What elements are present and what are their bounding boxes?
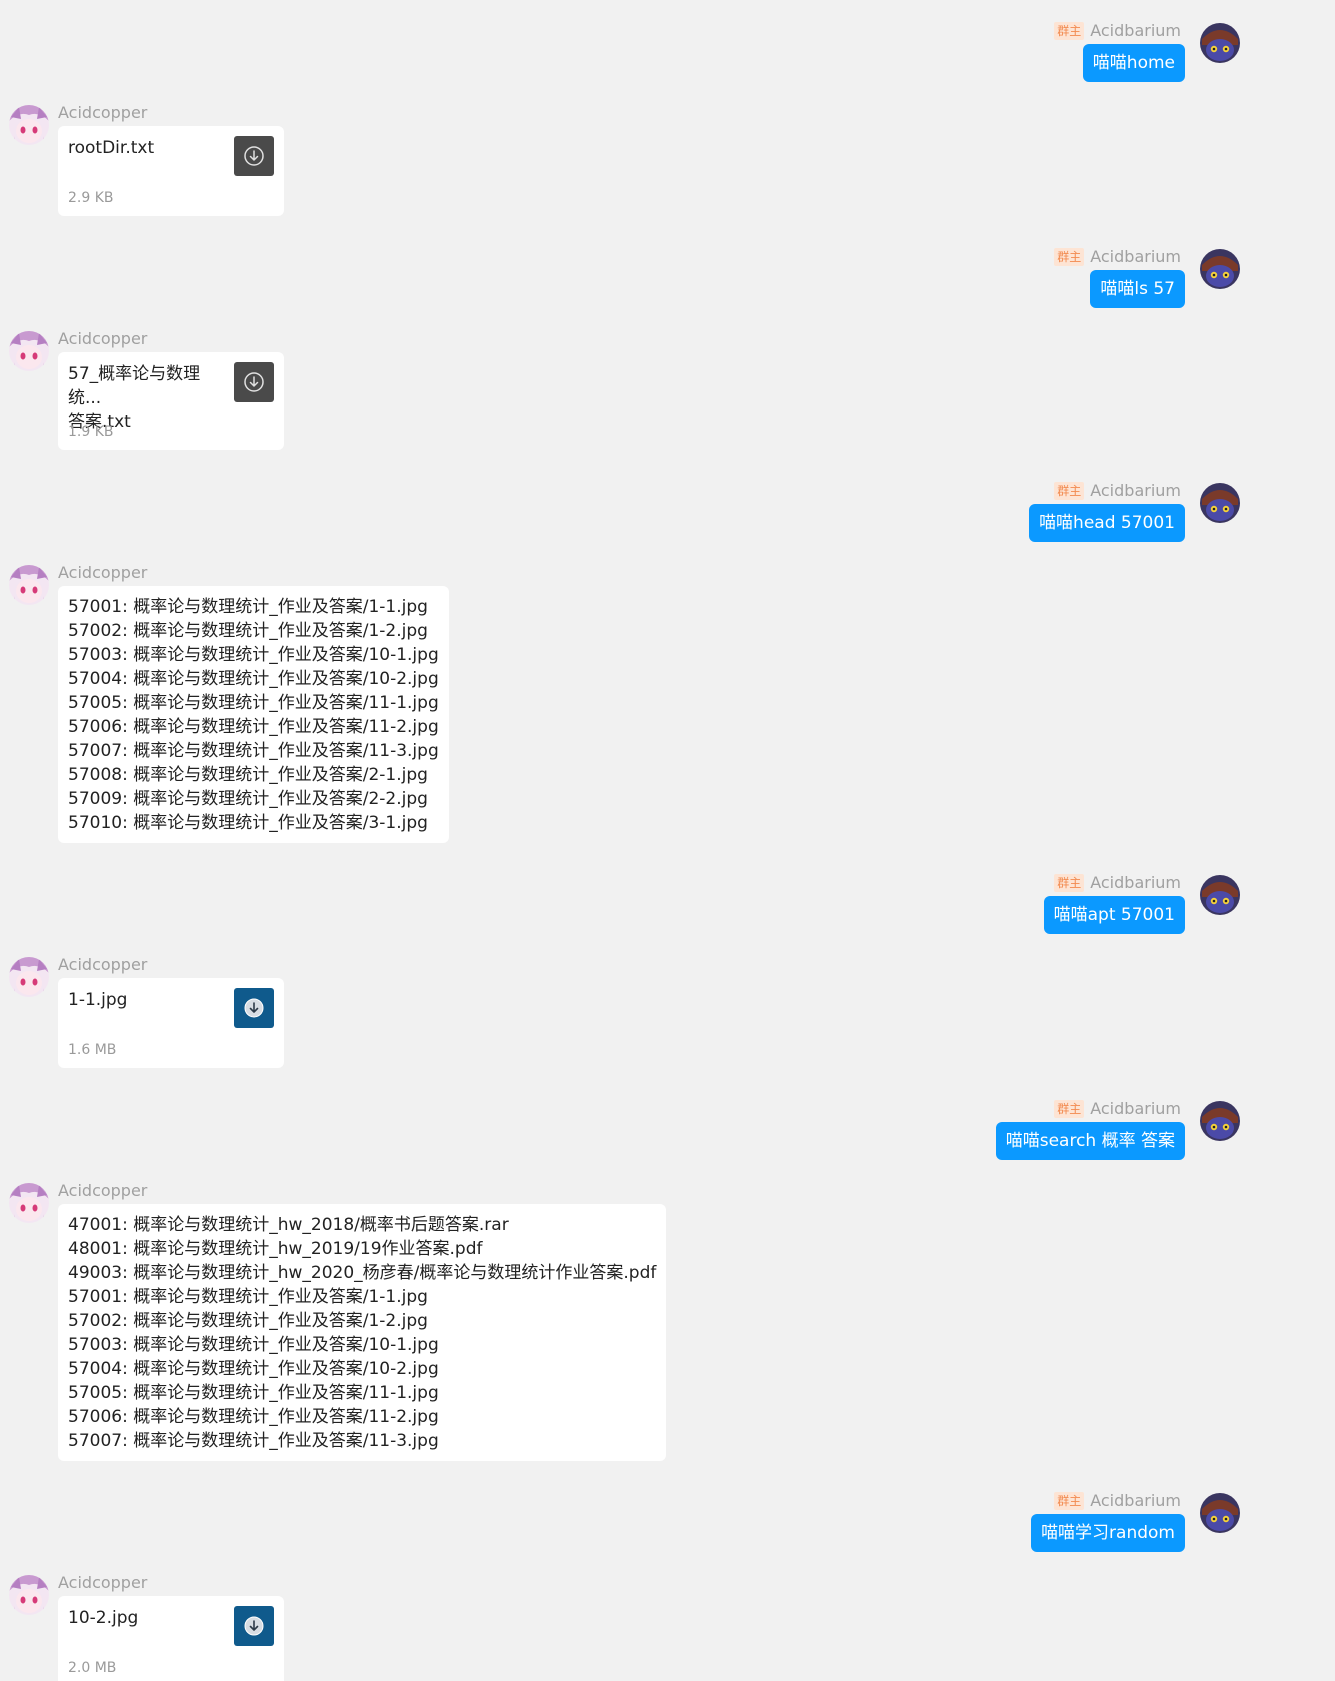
sender-avatar[interactable] — [1200, 483, 1240, 523]
text-message-card[interactable]: 47001: 概率论与数理统计_hw_2018/概率书后题答案.rar 4800… — [58, 1204, 667, 1461]
list-item: 57005: 概率论与数理统计_作业及答案/11-1.jpg — [68, 693, 439, 713]
download-icon — [244, 372, 264, 392]
list-item: 49003: 概率论与数理统计_hw_2020_杨彦春/概率论与数理统计作业答案… — [68, 1263, 657, 1283]
file-card[interactable]: 10-2.jpg 2.0 MB — [58, 1596, 284, 1681]
sender-header: 群主 Acidbarium — [1054, 1491, 1181, 1511]
download-button[interactable] — [234, 1606, 274, 1646]
receiver-name[interactable]: Acidcopper — [58, 955, 147, 975]
sender-avatar[interactable] — [1200, 249, 1240, 289]
list-item: 57003: 概率论与数理统计_作业及答案/10-1.jpg — [68, 1335, 439, 1355]
file-card[interactable]: 1-1.jpg 1.6 MB — [58, 978, 284, 1068]
list-item: 57007: 概率论与数理统计_作业及答案/11-3.jpg — [68, 1431, 439, 1451]
file-name: rootDir.txt — [68, 138, 155, 158]
list-item: 57002: 概率论与数理统计_作业及答案/1-2.jpg — [68, 1311, 428, 1331]
owner-badge: 群主 — [1054, 22, 1085, 40]
receiver-name[interactable]: Acidcopper — [58, 563, 147, 583]
receiver-avatar[interactable] — [9, 331, 49, 371]
list-item: 57010: 概率论与数理统计_作业及答案/3-1.jpg — [68, 813, 428, 833]
list-item: 57002: 概率论与数理统计_作业及答案/1-2.jpg — [68, 621, 428, 641]
sender-avatar[interactable] — [1200, 1101, 1240, 1141]
receiver-avatar[interactable] — [9, 1575, 49, 1615]
list-item: 57006: 概率论与数理统计_作业及答案/11-2.jpg — [68, 1407, 439, 1427]
list-item: 57009: 概率论与数理统计_作业及答案/2-2.jpg — [68, 789, 428, 809]
sender-avatar[interactable] — [1200, 23, 1240, 63]
message-bubble[interactable]: 喵喵home — [1082, 44, 1185, 82]
receiver-name[interactable]: Acidcopper — [58, 1181, 147, 1201]
list-item: 57004: 概率论与数理统计_作业及答案/10-2.jpg — [68, 669, 439, 689]
owner-badge: 群主 — [1054, 1492, 1085, 1510]
sender-header: 群主 Acidbarium — [1054, 1099, 1181, 1119]
sender-name[interactable]: Acidbarium — [1090, 1099, 1181, 1119]
text-message-card[interactable]: 57001: 概率论与数理统计_作业及答案/1-1.jpg 57002: 概率论… — [58, 586, 449, 843]
list-item: 57001: 概率论与数理统计_作业及答案/1-1.jpg — [68, 597, 428, 617]
download-icon — [244, 998, 264, 1018]
sender-avatar[interactable] — [1200, 1493, 1240, 1533]
file-size: 2.9 KB — [68, 190, 114, 206]
download-button[interactable] — [234, 136, 274, 176]
receiver-name[interactable]: Acidcopper — [58, 329, 147, 349]
list-item: 57004: 概率论与数理统计_作业及答案/10-2.jpg — [68, 1359, 439, 1379]
list-item: 48001: 概率论与数理统计_hw_2019/19作业答案.pdf — [68, 1239, 483, 1259]
download-icon — [244, 146, 264, 166]
sender-name[interactable]: Acidbarium — [1090, 247, 1181, 267]
message-bubble[interactable]: 喵喵apt 57001 — [1043, 896, 1185, 934]
receiver-name[interactable]: Acidcopper — [58, 1573, 147, 1593]
list-item: 57001: 概率论与数理统计_作业及答案/1-1.jpg — [68, 1287, 428, 1307]
file-name: 1-1.jpg — [68, 990, 128, 1010]
download-button[interactable] — [234, 362, 274, 402]
sender-avatar[interactable] — [1200, 875, 1240, 915]
download-icon — [244, 1616, 264, 1636]
sender-header: 群主 Acidbarium — [1054, 481, 1181, 501]
sender-name[interactable]: Acidbarium — [1090, 21, 1181, 41]
receiver-avatar[interactable] — [9, 565, 49, 605]
sender-header: 群主 Acidbarium — [1054, 247, 1181, 267]
file-size: 1.6 MB — [68, 1042, 117, 1058]
sender-name[interactable]: Acidbarium — [1090, 873, 1181, 893]
sender-header: 群主 Acidbarium — [1054, 21, 1181, 41]
owner-badge: 群主 — [1054, 248, 1085, 266]
file-card[interactable]: rootDir.txt 2.9 KB — [58, 126, 284, 216]
owner-badge: 群主 — [1054, 1100, 1085, 1118]
message-bubble[interactable]: 喵喵head 57001 — [1029, 504, 1185, 542]
owner-badge: 群主 — [1054, 482, 1085, 500]
sender-name[interactable]: Acidbarium — [1090, 1491, 1181, 1511]
receiver-avatar[interactable] — [9, 957, 49, 997]
file-size: 2.0 MB — [68, 1660, 117, 1676]
receiver-avatar[interactable] — [9, 1183, 49, 1223]
list-item: 57005: 概率论与数理统计_作业及答案/11-1.jpg — [68, 1383, 439, 1403]
list-item: 57008: 概率论与数理统计_作业及答案/2-1.jpg — [68, 765, 428, 785]
message-bubble[interactable]: 喵喵search 概率 答案 — [995, 1122, 1185, 1160]
message-bubble[interactable]: 喵喵学习random — [1031, 1514, 1185, 1552]
chat-window[interactable]: 群主 Acidbarium 喵喵home Acidcopper rootDir.… — [0, 0, 1335, 1681]
list-item: 57006: 概率论与数理统计_作业及答案/11-2.jpg — [68, 717, 439, 737]
download-button[interactable] — [234, 988, 274, 1028]
message-bubble[interactable]: 喵喵ls 57 — [1090, 270, 1185, 308]
sender-name[interactable]: Acidbarium — [1090, 481, 1181, 501]
receiver-avatar[interactable] — [9, 105, 49, 145]
owner-badge: 群主 — [1054, 874, 1085, 892]
file-size: 1.9 KB — [68, 424, 114, 440]
list-item: 57003: 概率论与数理统计_作业及答案/10-1.jpg — [68, 645, 439, 665]
file-name: 10-2.jpg — [68, 1608, 139, 1628]
list-item: 57007: 概率论与数理统计_作业及答案/11-3.jpg — [68, 741, 439, 761]
sender-header: 群主 Acidbarium — [1054, 873, 1181, 893]
list-item: 47001: 概率论与数理统计_hw_2018/概率书后题答案.rar — [68, 1215, 509, 1235]
file-card[interactable]: 57_概率论与数理统... 答案.txt 1.9 KB — [58, 352, 284, 450]
receiver-name[interactable]: Acidcopper — [58, 103, 147, 123]
